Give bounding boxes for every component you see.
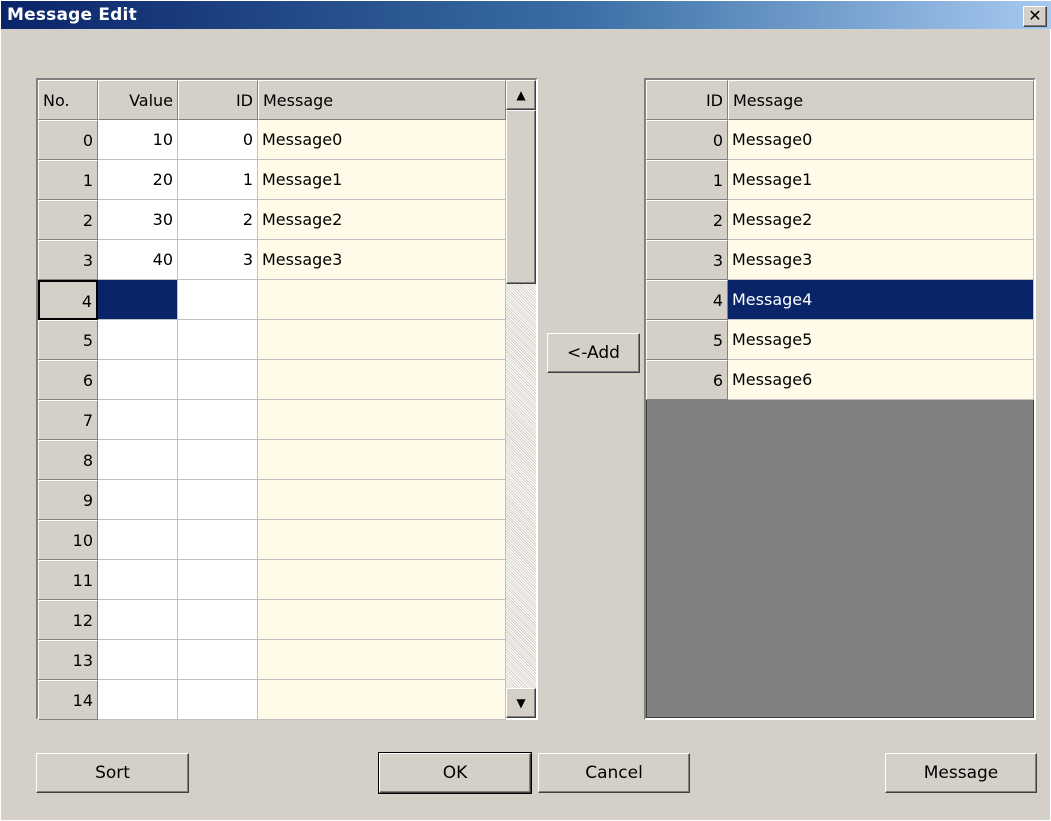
cell-value[interactable]: 30 xyxy=(98,200,178,240)
cell-value[interactable] xyxy=(98,600,178,640)
add-button[interactable]: <-Add xyxy=(547,333,640,373)
header-id[interactable]: ID xyxy=(178,80,258,120)
cell-value[interactable] xyxy=(98,560,178,600)
cell-message[interactable] xyxy=(258,360,506,400)
header-no[interactable]: No. xyxy=(38,80,98,120)
cell-message[interactable]: Message4 xyxy=(728,280,1034,320)
cell-id[interactable] xyxy=(178,440,258,480)
cell-value[interactable] xyxy=(98,400,178,440)
cell-message[interactable] xyxy=(258,320,506,360)
cell-id[interactable]: 3 xyxy=(178,240,258,280)
row-header[interactable]: 1 xyxy=(646,160,728,200)
cell-message[interactable] xyxy=(258,600,506,640)
cell-id[interactable] xyxy=(178,360,258,400)
close-button[interactable]: ✕ xyxy=(1023,6,1047,27)
cell-message[interactable]: Message2 xyxy=(258,200,506,240)
row-header[interactable]: 7 xyxy=(38,400,98,440)
header-id[interactable]: ID xyxy=(646,80,728,120)
row-header[interactable]: 12 xyxy=(38,600,98,640)
row-header[interactable]: 11 xyxy=(38,560,98,600)
row-header[interactable]: 9 xyxy=(38,480,98,520)
message-list-grid[interactable]: ID Message 0 Message0 1 Message1 2 Message2 3 Mes… xyxy=(644,78,1036,720)
row-header[interactable]: 2 xyxy=(646,200,728,240)
message-edit-dialog: Message Edit ✕ No. Value ID Message 0 10 0 Mess… xyxy=(0,0,1051,821)
row-header[interactable]: 0 xyxy=(38,120,98,160)
cell-message[interactable]: Message3 xyxy=(258,240,506,280)
cell-id[interactable]: 1 xyxy=(178,160,258,200)
cell-value[interactable] xyxy=(98,520,178,560)
cell-id[interactable] xyxy=(178,520,258,560)
cell-message[interactable] xyxy=(258,560,506,600)
row-header[interactable]: 1 xyxy=(38,160,98,200)
row-header[interactable]: 3 xyxy=(646,240,728,280)
row-header[interactable]: 6 xyxy=(38,360,98,400)
cell-id[interactable] xyxy=(178,280,258,320)
cell-value[interactable] xyxy=(98,360,178,400)
row-header[interactable]: 2 xyxy=(38,200,98,240)
window-title: Message Edit xyxy=(7,5,137,25)
cancel-button[interactable]: Cancel xyxy=(538,753,690,793)
cell-value[interactable]: 20 xyxy=(98,160,178,200)
cell-value[interactable]: 40 xyxy=(98,240,178,280)
arrow-up-icon: ▲ xyxy=(516,88,526,102)
row-header[interactable]: 6 xyxy=(646,360,728,400)
scroll-thumb[interactable] xyxy=(506,110,536,284)
cell-message[interactable] xyxy=(258,400,506,440)
cell-value[interactable] xyxy=(98,680,178,720)
row-header[interactable]: 0 xyxy=(646,120,728,160)
cell-id[interactable] xyxy=(178,400,258,440)
row-header[interactable]: 5 xyxy=(646,320,728,360)
cell-message[interactable] xyxy=(258,480,506,520)
left-grid-scrollbar[interactable]: ▲ ▼ xyxy=(506,80,536,718)
cell-value[interactable] xyxy=(98,440,178,480)
row-header[interactable]: 13 xyxy=(38,640,98,680)
cell-id[interactable] xyxy=(178,640,258,680)
cell-value[interactable] xyxy=(98,280,178,320)
cell-id[interactable] xyxy=(178,600,258,640)
close-icon: ✕ xyxy=(1028,6,1042,25)
cell-value[interactable] xyxy=(98,480,178,520)
cell-value[interactable]: 10 xyxy=(98,120,178,160)
cell-id[interactable] xyxy=(178,480,258,520)
row-header[interactable]: 4 xyxy=(38,280,98,320)
cell-value[interactable] xyxy=(98,640,178,680)
row-header[interactable]: 14 xyxy=(38,680,98,720)
cell-id[interactable] xyxy=(178,560,258,600)
cell-message[interactable] xyxy=(258,520,506,560)
title-bar[interactable]: Message Edit ✕ xyxy=(1,1,1051,29)
scroll-up-button[interactable]: ▲ xyxy=(506,80,536,110)
header-message[interactable]: Message xyxy=(728,80,1034,120)
header-message[interactable]: Message xyxy=(258,80,506,120)
row-header[interactable]: 3 xyxy=(38,240,98,280)
cell-message[interactable]: Message1 xyxy=(258,160,506,200)
row-header[interactable]: 4 xyxy=(646,280,728,320)
cell-id[interactable] xyxy=(178,320,258,360)
arrow-down-icon: ▼ xyxy=(516,696,526,710)
value-message-grid[interactable]: No. Value ID Message 0 10 0 Message0 1 20 1 Message… xyxy=(36,78,538,720)
cell-id[interactable]: 2 xyxy=(178,200,258,240)
cell-message[interactable] xyxy=(258,440,506,480)
cell-message[interactable] xyxy=(258,640,506,680)
header-value[interactable]: Value xyxy=(98,80,178,120)
cell-id[interactable]: 0 xyxy=(178,120,258,160)
sort-button[interactable]: Sort xyxy=(36,753,189,793)
cell-message[interactable]: Message2 xyxy=(728,200,1034,240)
cell-message[interactable]: Message6 xyxy=(728,360,1034,400)
scroll-down-button[interactable]: ▼ xyxy=(506,688,536,718)
row-header[interactable]: 5 xyxy=(38,320,98,360)
cell-message[interactable] xyxy=(258,680,506,720)
cell-message[interactable]: Message0 xyxy=(728,120,1034,160)
row-header[interactable]: 10 xyxy=(38,520,98,560)
cell-message[interactable]: Message0 xyxy=(258,120,506,160)
ok-button[interactable]: OK xyxy=(378,752,532,794)
cell-message[interactable] xyxy=(258,280,506,320)
cell-message[interactable]: Message3 xyxy=(728,240,1034,280)
cell-message[interactable]: Message1 xyxy=(728,160,1034,200)
row-header[interactable]: 8 xyxy=(38,440,98,480)
cell-value[interactable] xyxy=(98,320,178,360)
cell-message[interactable]: Message5 xyxy=(728,320,1034,360)
message-button[interactable]: Message xyxy=(885,753,1037,793)
cell-id[interactable] xyxy=(178,680,258,720)
